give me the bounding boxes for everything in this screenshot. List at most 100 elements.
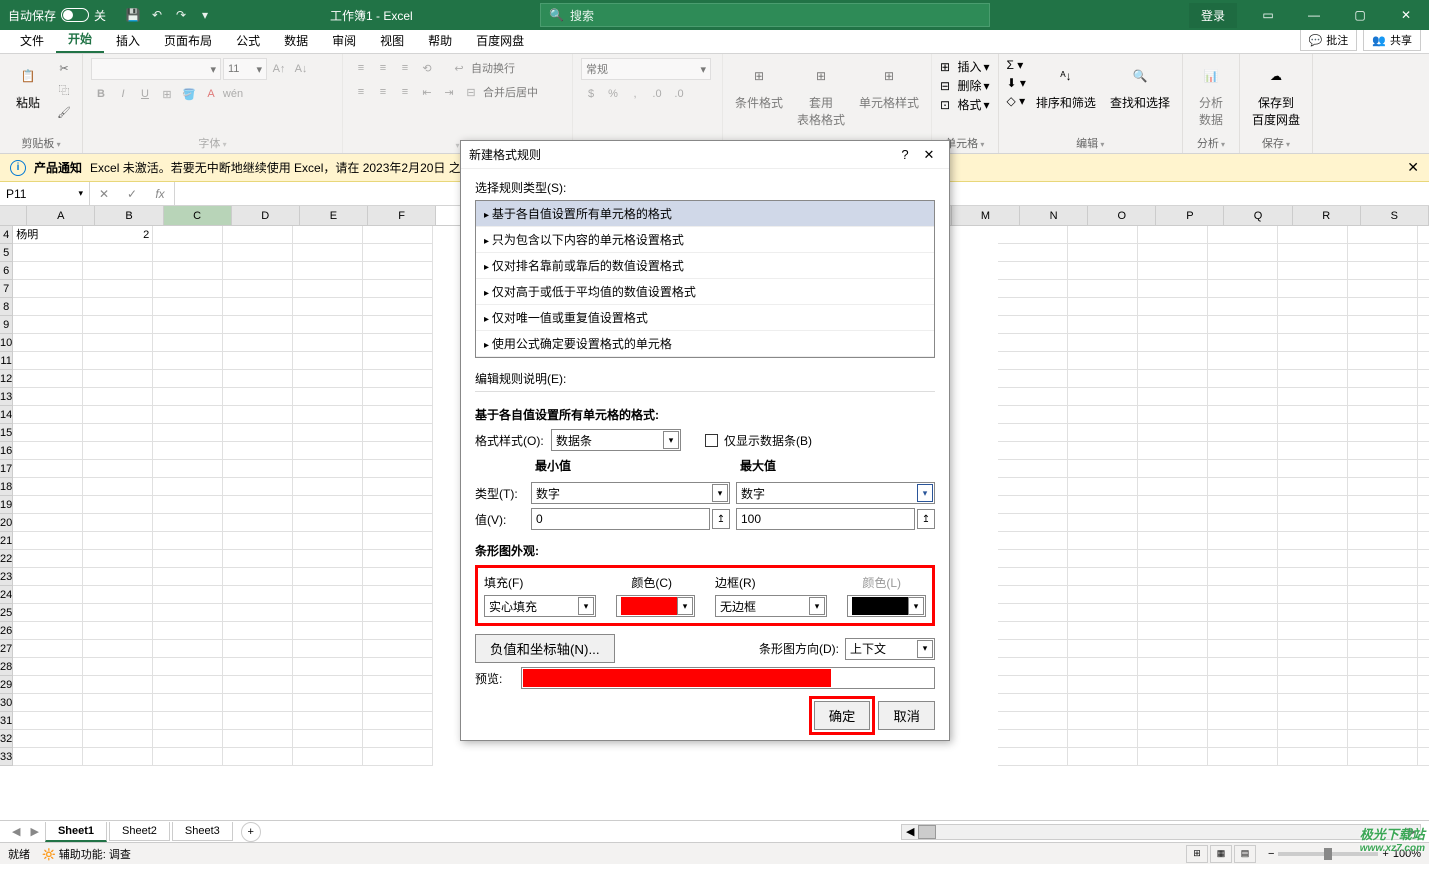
row-header[interactable]: 20 [0, 514, 13, 532]
cell[interactable] [1278, 460, 1348, 478]
cell[interactable] [363, 604, 433, 622]
cell[interactable] [998, 334, 1068, 352]
cell[interactable] [1138, 568, 1208, 586]
cell[interactable] [363, 352, 433, 370]
cell[interactable] [1068, 334, 1138, 352]
cell[interactable] [293, 748, 363, 766]
cell[interactable] [223, 712, 293, 730]
cell[interactable] [1138, 550, 1208, 568]
cell[interactable] [1138, 712, 1208, 730]
cell[interactable] [223, 568, 293, 586]
cell[interactable] [1418, 262, 1429, 280]
paste-button[interactable]: 📋 粘贴 [8, 58, 48, 113]
cell[interactable] [998, 226, 1068, 244]
cell[interactable] [1348, 604, 1418, 622]
cell[interactable] [83, 712, 153, 730]
cell[interactable] [1348, 676, 1418, 694]
cell[interactable] [1348, 226, 1418, 244]
format-cells-icon[interactable]: ⊡ [940, 98, 950, 112]
align-center-icon[interactable]: ≡ [373, 82, 393, 102]
cell[interactable] [1418, 676, 1429, 694]
save-icon[interactable]: 💾 [124, 6, 142, 24]
cell[interactable] [13, 694, 83, 712]
cell[interactable] [13, 514, 83, 532]
cell[interactable] [13, 352, 83, 370]
cell[interactable] [223, 676, 293, 694]
cell[interactable] [153, 280, 223, 298]
cell[interactable] [1208, 730, 1278, 748]
fill-color-select[interactable]: ▾ [616, 595, 695, 617]
cell[interactable] [1348, 262, 1418, 280]
name-box[interactable]: P11▾ [0, 182, 90, 205]
cell[interactable] [1138, 604, 1208, 622]
qat-dropdown-icon[interactable]: ▾ [196, 6, 214, 24]
cancel-button[interactable]: 取消 [878, 701, 935, 730]
cell[interactable] [1418, 622, 1429, 640]
cell[interactable] [223, 640, 293, 658]
cell[interactable] [293, 226, 363, 244]
rule-type-item[interactable]: 基于各自值设置所有单元格的格式 [476, 201, 934, 227]
cell[interactable] [1138, 352, 1208, 370]
cell[interactable] [83, 370, 153, 388]
cell[interactable] [293, 424, 363, 442]
cell[interactable] [83, 676, 153, 694]
cell[interactable] [223, 478, 293, 496]
cell[interactable] [223, 730, 293, 748]
align-right-icon[interactable]: ≡ [395, 82, 415, 102]
cell[interactable] [1068, 424, 1138, 442]
cell[interactable] [998, 640, 1068, 658]
clear-icon[interactable]: ◇ ▾ [1007, 94, 1026, 108]
cell[interactable] [153, 604, 223, 622]
analyze-data-button[interactable]: 📊分析 数据 [1191, 58, 1231, 130]
cell[interactable] [998, 442, 1068, 460]
cell[interactable] [1348, 694, 1418, 712]
cell[interactable] [1348, 658, 1418, 676]
cell[interactable] [1348, 316, 1418, 334]
indent-dec-icon[interactable]: ⇤ [417, 82, 437, 102]
cell[interactable] [153, 712, 223, 730]
cell[interactable] [363, 478, 433, 496]
cell[interactable] [83, 406, 153, 424]
cell[interactable] [998, 514, 1068, 532]
cell[interactable] [1068, 388, 1138, 406]
cell[interactable] [1208, 640, 1278, 658]
cell[interactable] [1208, 658, 1278, 676]
cell[interactable] [1348, 712, 1418, 730]
cell[interactable] [1068, 550, 1138, 568]
row-header[interactable]: 26 [0, 622, 13, 640]
cell[interactable] [153, 262, 223, 280]
col-header[interactable]: P [1156, 206, 1224, 225]
orientation-icon[interactable]: ⟲ [417, 58, 437, 78]
cell[interactable] [1348, 532, 1418, 550]
row-header[interactable]: 32 [0, 730, 13, 748]
cell[interactable] [13, 586, 83, 604]
col-header[interactable]: D [232, 206, 300, 225]
cell[interactable] [83, 568, 153, 586]
dialog-close-icon[interactable]: ✕ [917, 147, 941, 163]
row-header[interactable]: 8 [0, 298, 13, 316]
sort-filter-button[interactable]: ᴬ↓排序和筛选 [1032, 58, 1100, 113]
align-bottom-icon[interactable]: ≡ [395, 58, 415, 78]
row-header[interactable]: 9 [0, 316, 13, 334]
cell[interactable] [1418, 316, 1429, 334]
cell[interactable] [363, 748, 433, 766]
cell[interactable] [1068, 604, 1138, 622]
cell[interactable] [1138, 478, 1208, 496]
format-style-select[interactable]: 数据条▾ [551, 429, 681, 451]
cell[interactable] [1278, 370, 1348, 388]
cell[interactable] [1208, 568, 1278, 586]
cell[interactable] [1138, 658, 1208, 676]
cell[interactable] [83, 640, 153, 658]
cell[interactable] [223, 334, 293, 352]
cell[interactable] [998, 694, 1068, 712]
cell[interactable] [1348, 586, 1418, 604]
cell[interactable] [1278, 316, 1348, 334]
cell[interactable] [83, 442, 153, 460]
cell[interactable] [1348, 406, 1418, 424]
cell[interactable] [1208, 298, 1278, 316]
cell[interactable] [1068, 262, 1138, 280]
value-min-input[interactable]: 0 [531, 508, 710, 530]
row-header[interactable]: 23 [0, 568, 13, 586]
rule-type-item[interactable]: 仅对高于或低于平均值的数值设置格式 [476, 279, 934, 305]
cell[interactable] [1208, 514, 1278, 532]
